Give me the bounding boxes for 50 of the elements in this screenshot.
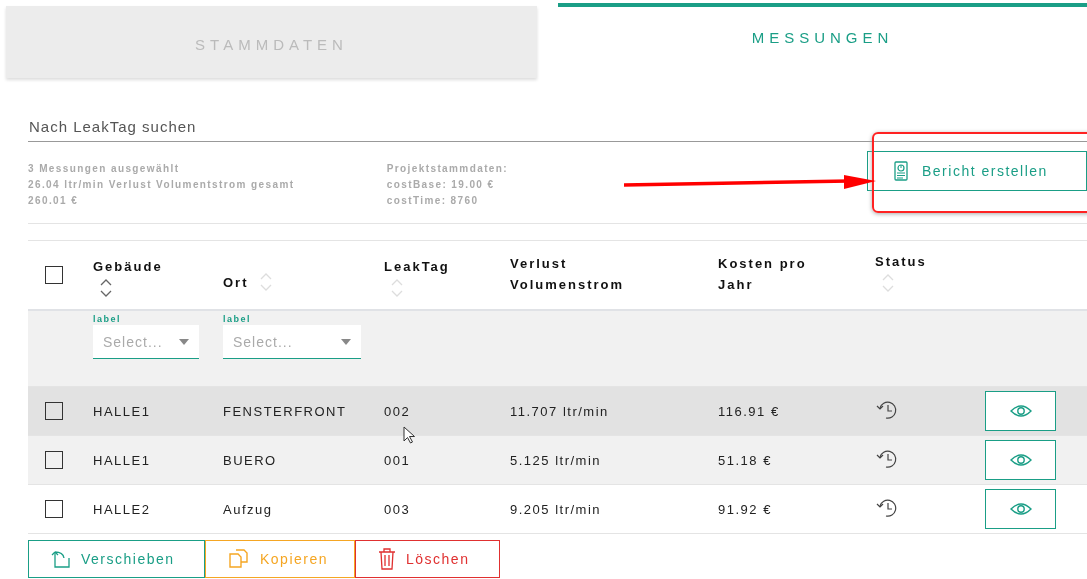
checkbox[interactable] (45, 266, 63, 284)
table-cell-text: 51.18 € (718, 452, 773, 468)
column-header[interactable]: Ort (223, 271, 249, 293)
table-cell-text: 116.91 € (718, 403, 781, 419)
eye-icon (1009, 453, 1032, 467)
eye-icon (1009, 404, 1032, 418)
move-icon (51, 549, 71, 569)
sort-icon[interactable] (99, 277, 113, 299)
eye-icon (1009, 502, 1032, 516)
filter-label: label (223, 314, 252, 325)
table-cell-text: 11.707 ltr/min (510, 403, 610, 419)
table-row[interactable]: HALLE1 FENSTERFRONT 002 11.707 ltr/min 116.91 € (28, 387, 1087, 436)
table-cell-text: 001 (384, 452, 412, 468)
checkbox[interactable] (45, 500, 63, 518)
copy-icon (228, 549, 250, 569)
column-header[interactable]: Status (875, 251, 927, 272)
table-cell-text: HALLE2 (93, 501, 152, 517)
table-cell-text: 5.125 ltr/min (510, 452, 603, 468)
checkbox[interactable] (45, 451, 63, 469)
table-cell-text: 003 (384, 501, 412, 517)
trash-icon (378, 548, 396, 570)
table-row[interactable]: HALLE1 BUERO 001 5.125 ltr/min 51.18 € (28, 436, 1087, 485)
table-cell-text: 002 (384, 403, 412, 419)
view-button[interactable] (985, 440, 1056, 480)
caret-icon (179, 338, 189, 345)
report-icon (894, 161, 908, 181)
project-text: costBase: 19.00 € (386, 178, 495, 192)
summary-text: 3 Messungen ausgewählt (28, 162, 180, 176)
column-header[interactable]: LeakTag (384, 256, 450, 277)
table-cell-text: Aufzug (223, 501, 274, 517)
checkbox[interactable] (45, 402, 63, 420)
summary-text: 260.01 € (28, 194, 79, 208)
table-cell-text: HALLE1 (93, 403, 152, 419)
column-header[interactable]: Kosten pro Jahr (718, 253, 828, 295)
table-cell-text: HALLE1 (93, 452, 152, 468)
table-cell-text: 91.92 € (718, 501, 773, 517)
project-text: Projektstammdaten: (386, 162, 509, 176)
column-header[interactable]: Verlust Volumenstrom (510, 253, 645, 295)
cursor-icon (403, 426, 415, 444)
view-button[interactable] (985, 489, 1056, 529)
project-text: costTime: 8760 (386, 194, 479, 208)
summary-text: 26.04 ltr/min Verlust Volumentstrom gesamt (28, 178, 295, 192)
filter-label: label (93, 314, 122, 325)
caret-icon (341, 338, 351, 345)
table-cell-text: 9.205 ltr/min (510, 501, 603, 517)
column-header[interactable]: Gebäude (93, 256, 163, 277)
view-button[interactable] (985, 391, 1056, 431)
action-button[interactable]: Löschen (355, 540, 500, 578)
table-cell-text: BUERO (223, 452, 278, 468)
table-cell-text: FENSTERFRONT (223, 403, 348, 419)
